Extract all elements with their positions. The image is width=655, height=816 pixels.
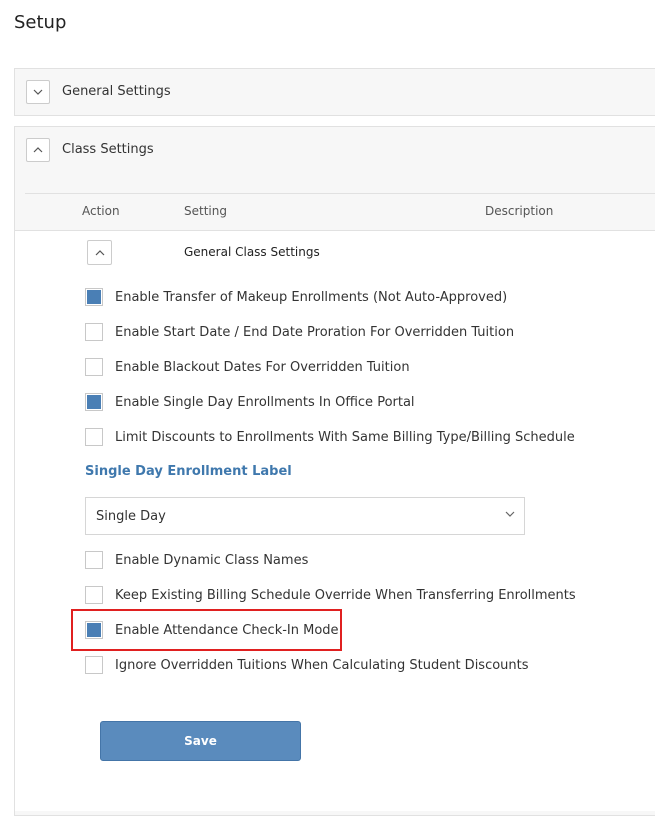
class-settings-label[interactable]: Class Settings bbox=[62, 142, 154, 157]
setting-checkbox[interactable] bbox=[85, 551, 103, 569]
chevron-up-icon bbox=[33, 147, 43, 153]
save-button[interactable]: Save bbox=[100, 721, 301, 761]
single-day-label-select-value: Single Day bbox=[96, 508, 166, 524]
setting-row[interactable]: Limit Discounts to Enrollments With Same… bbox=[85, 427, 575, 447]
setting-label: Limit Discounts to Enrollments With Same… bbox=[115, 429, 575, 445]
setting-row[interactable]: Ignore Overridden Tuitions When Calculat… bbox=[85, 655, 529, 675]
setting-label: Enable Single Day Enrollments In Office … bbox=[115, 394, 415, 410]
setting-row[interactable]: Enable Transfer of Makeup Enrollments (N… bbox=[85, 287, 507, 307]
setting-label: Ignore Overridden Tuitions When Calculat… bbox=[115, 657, 529, 673]
column-header-action: Action bbox=[82, 204, 120, 218]
setting-checkbox[interactable] bbox=[85, 428, 103, 446]
setting-checkbox[interactable] bbox=[85, 323, 103, 341]
table-header-bottom-divider bbox=[15, 230, 655, 231]
setting-label: Enable Transfer of Makeup Enrollments (N… bbox=[115, 289, 508, 305]
setting-row[interactable]: Enable Blackout Dates For Overridden Tui… bbox=[85, 357, 410, 377]
table-header-top-divider bbox=[25, 193, 655, 194]
setting-label: Keep Existing Billing Schedule Override … bbox=[115, 587, 576, 603]
setting-row[interactable]: Enable Single Day Enrollments In Office … bbox=[85, 392, 415, 412]
general-settings-toggle-button[interactable] bbox=[26, 80, 50, 104]
chevron-down-icon bbox=[505, 511, 515, 517]
setting-row[interactable]: Enable Attendance Check-In Mode bbox=[85, 620, 339, 640]
setting-checkbox[interactable] bbox=[85, 586, 103, 604]
class-settings-toggle-button[interactable] bbox=[26, 138, 50, 162]
setting-checkbox[interactable] bbox=[85, 288, 103, 306]
column-header-description: Description bbox=[485, 204, 554, 218]
setting-row[interactable]: Enable Start Date / End Date Proration F… bbox=[85, 322, 514, 342]
single-day-enrollment-label-heading: Single Day Enrollment Label bbox=[85, 464, 292, 479]
setting-row[interactable]: Enable Dynamic Class Names bbox=[85, 550, 308, 570]
chevron-down-icon bbox=[33, 89, 43, 95]
setting-checkbox[interactable] bbox=[85, 621, 103, 639]
setting-label: Enable Attendance Check-In Mode bbox=[115, 622, 339, 638]
column-header-setting: Setting bbox=[184, 204, 227, 218]
page-title: Setup bbox=[14, 12, 67, 33]
general-settings-panel: General Settings bbox=[14, 68, 655, 116]
setting-row[interactable]: Keep Existing Billing Schedule Override … bbox=[85, 585, 576, 605]
setting-label: Enable Blackout Dates For Overridden Tui… bbox=[115, 359, 410, 375]
setting-label: Enable Start Date / End Date Proration F… bbox=[115, 324, 515, 340]
setting-checkbox[interactable] bbox=[85, 358, 103, 376]
setting-checkbox[interactable] bbox=[85, 656, 103, 674]
general-settings-label[interactable]: General Settings bbox=[62, 84, 171, 99]
general-class-settings-toggle-button[interactable] bbox=[87, 240, 112, 265]
group-label-general-class-settings: General Class Settings bbox=[184, 245, 320, 259]
setting-label: Enable Dynamic Class Names bbox=[115, 552, 309, 568]
chevron-up-icon bbox=[95, 249, 104, 255]
single-day-label-select[interactable]: Single Day bbox=[85, 497, 525, 535]
setting-checkbox[interactable] bbox=[85, 393, 103, 411]
